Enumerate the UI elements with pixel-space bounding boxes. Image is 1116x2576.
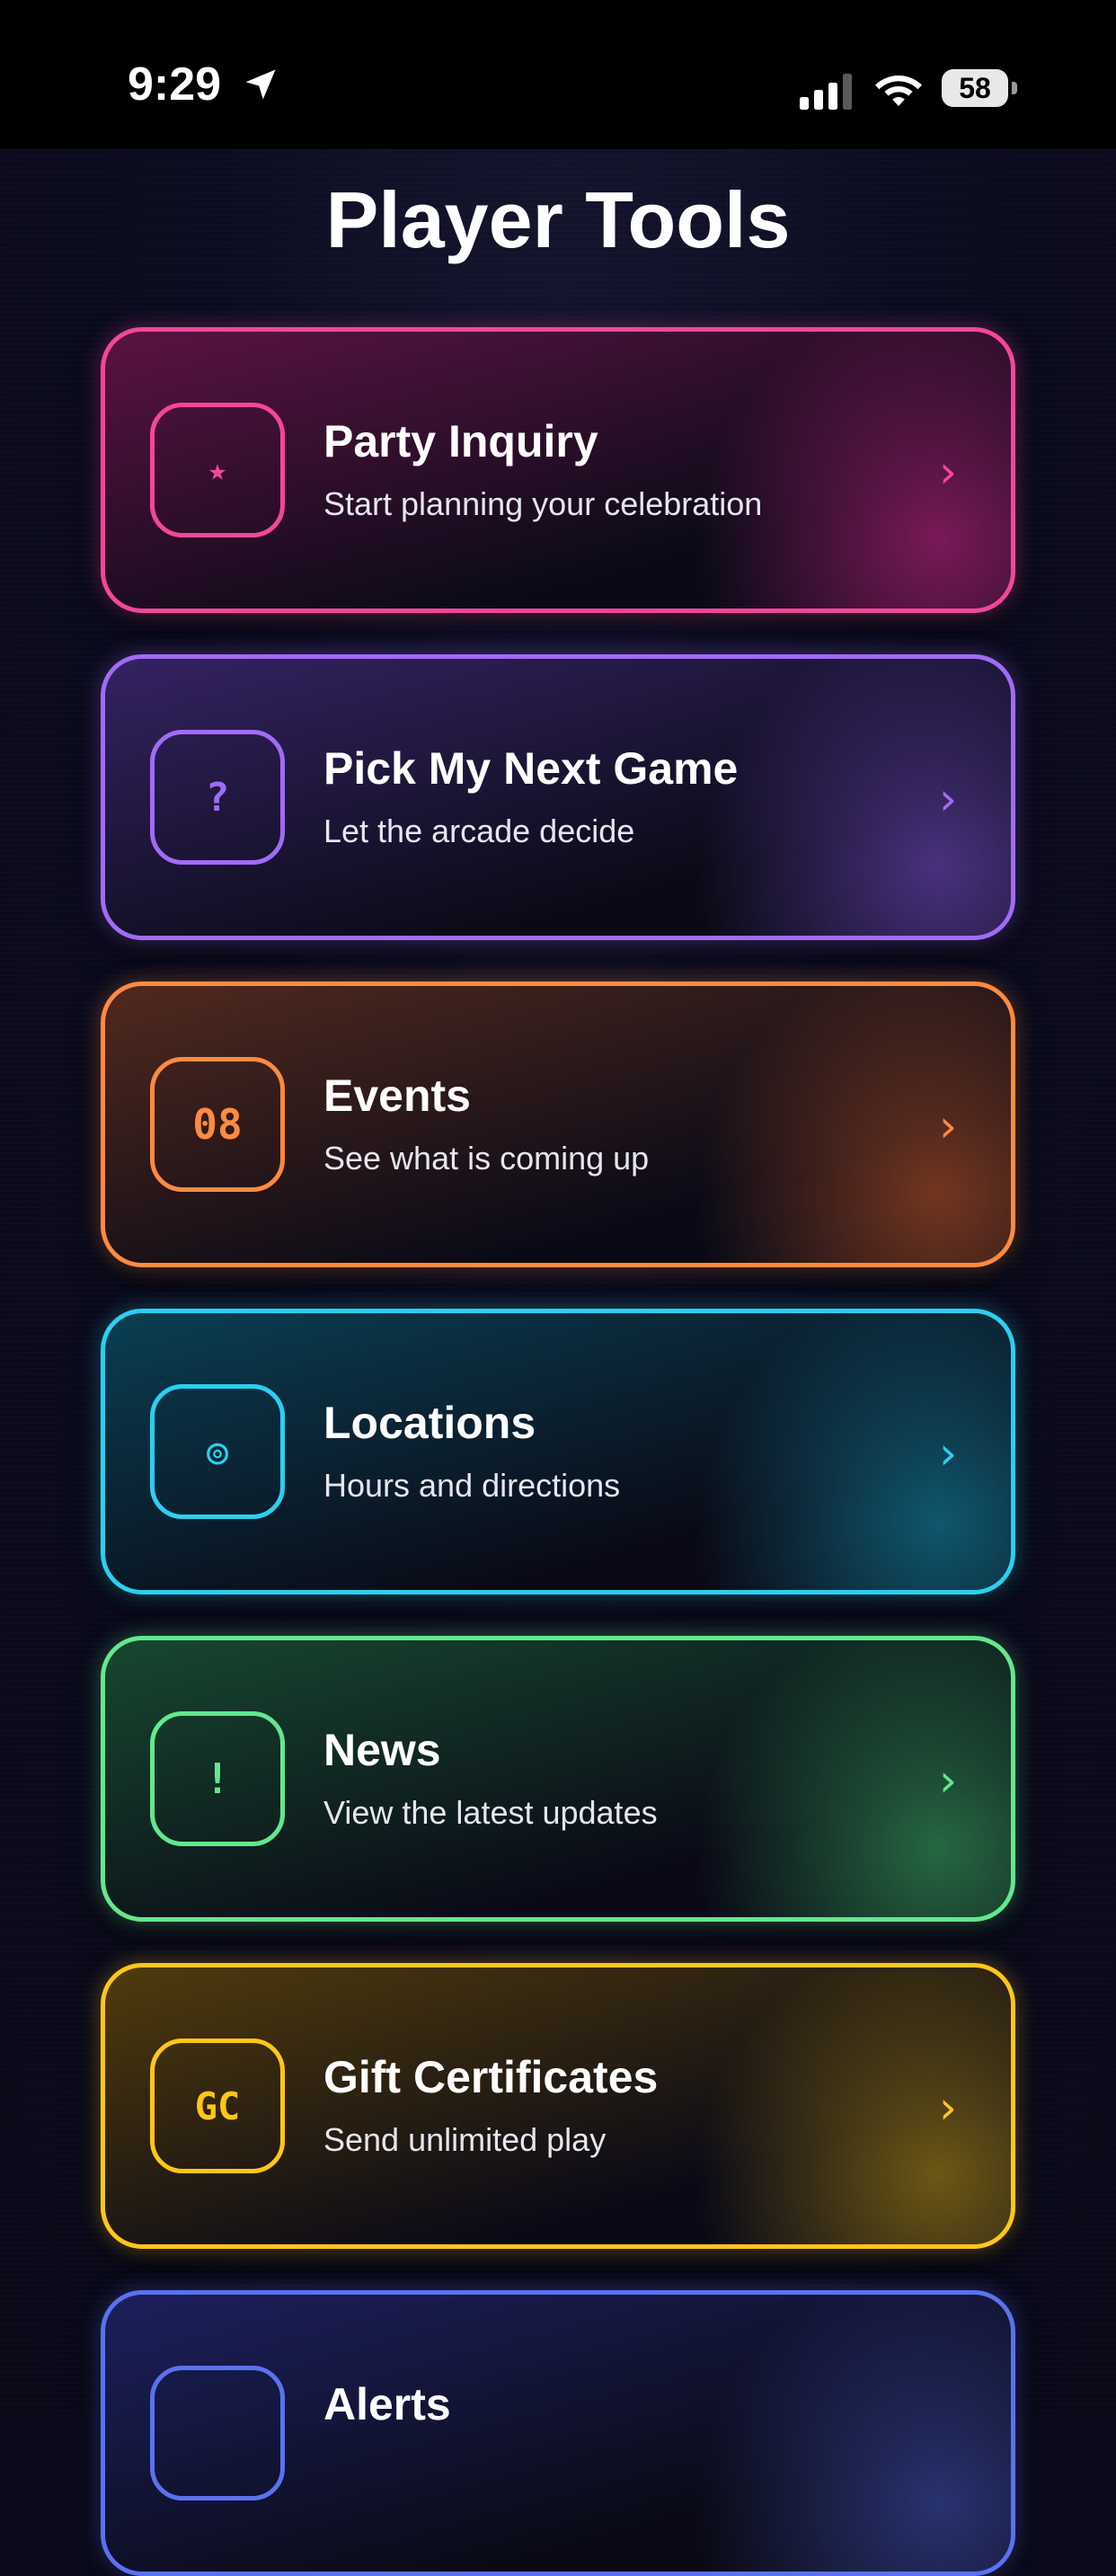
alert-icon xyxy=(150,2366,285,2500)
card-title: News xyxy=(323,1725,441,1775)
battery-cap xyxy=(1012,82,1017,94)
tool-card-alerts[interactable]: Alerts xyxy=(101,2290,1015,2576)
star-icon: ★ xyxy=(150,403,285,537)
question-icon: ? xyxy=(150,730,285,865)
card-title: Alerts xyxy=(323,2379,451,2429)
card-title: Events xyxy=(323,1070,471,1121)
tool-card-gift-certificates[interactable]: GC Gift Certificates Send unlimited play › xyxy=(101,1963,1015,2249)
battery-icon: 58 xyxy=(942,69,1017,107)
calendar-date-icon: 08 xyxy=(150,1057,285,1192)
tool-card-events[interactable]: 08 Events See what is coming up › xyxy=(101,982,1015,1267)
chevron-right-icon: › xyxy=(939,1754,957,1807)
tool-card-locations[interactable]: ◎ Locations Hours and directions › xyxy=(101,1309,1015,1594)
cellular-signal-icon xyxy=(800,74,852,110)
gift-certificate-icon: GC xyxy=(150,2039,285,2173)
location-target-icon: ◎ xyxy=(150,1384,285,1519)
tool-card-pick-my-next-game[interactable]: ? Pick My Next Game Let the arcade decide › xyxy=(101,654,1015,940)
card-subtitle: Start planning your celebration xyxy=(323,485,763,522)
card-subtitle: See what is coming up xyxy=(323,1140,650,1177)
battery-level: 58 xyxy=(959,72,991,104)
card-subtitle: Let the arcade decide xyxy=(323,813,635,849)
tool-card-party-inquiry[interactable]: ★ Party Inquiry Start planning your celebr… xyxy=(101,327,1015,613)
chevron-right-icon: › xyxy=(939,446,957,498)
card-title: Locations xyxy=(323,1398,536,1448)
chevron-right-icon: › xyxy=(939,1427,957,1479)
chevron-right-icon: › xyxy=(939,773,957,825)
status-bar: 9:29 58 xyxy=(0,0,1116,149)
tool-card-news[interactable]: ! News View the latest updates › xyxy=(101,1636,1015,1922)
chevron-right-icon: › xyxy=(939,1100,957,1152)
chevron-right-icon: › xyxy=(939,2082,957,2134)
card-title: Pick My Next Game xyxy=(323,743,739,794)
location-arrow-icon xyxy=(245,69,276,100)
card-title: Gift Certificates xyxy=(323,2052,659,2102)
card-subtitle: Hours and directions xyxy=(323,1467,621,1504)
status-time: 9:29 xyxy=(128,58,222,111)
card-subtitle: Send unlimited play xyxy=(323,2121,607,2158)
wifi-icon xyxy=(875,76,922,106)
card-title: Party Inquiry xyxy=(323,416,598,466)
battery-body: 58 xyxy=(942,69,1008,107)
card-subtitle: View the latest updates xyxy=(323,1794,658,1831)
page-title: Player Tools xyxy=(325,175,791,264)
exclamation-icon: ! xyxy=(150,1711,285,1846)
